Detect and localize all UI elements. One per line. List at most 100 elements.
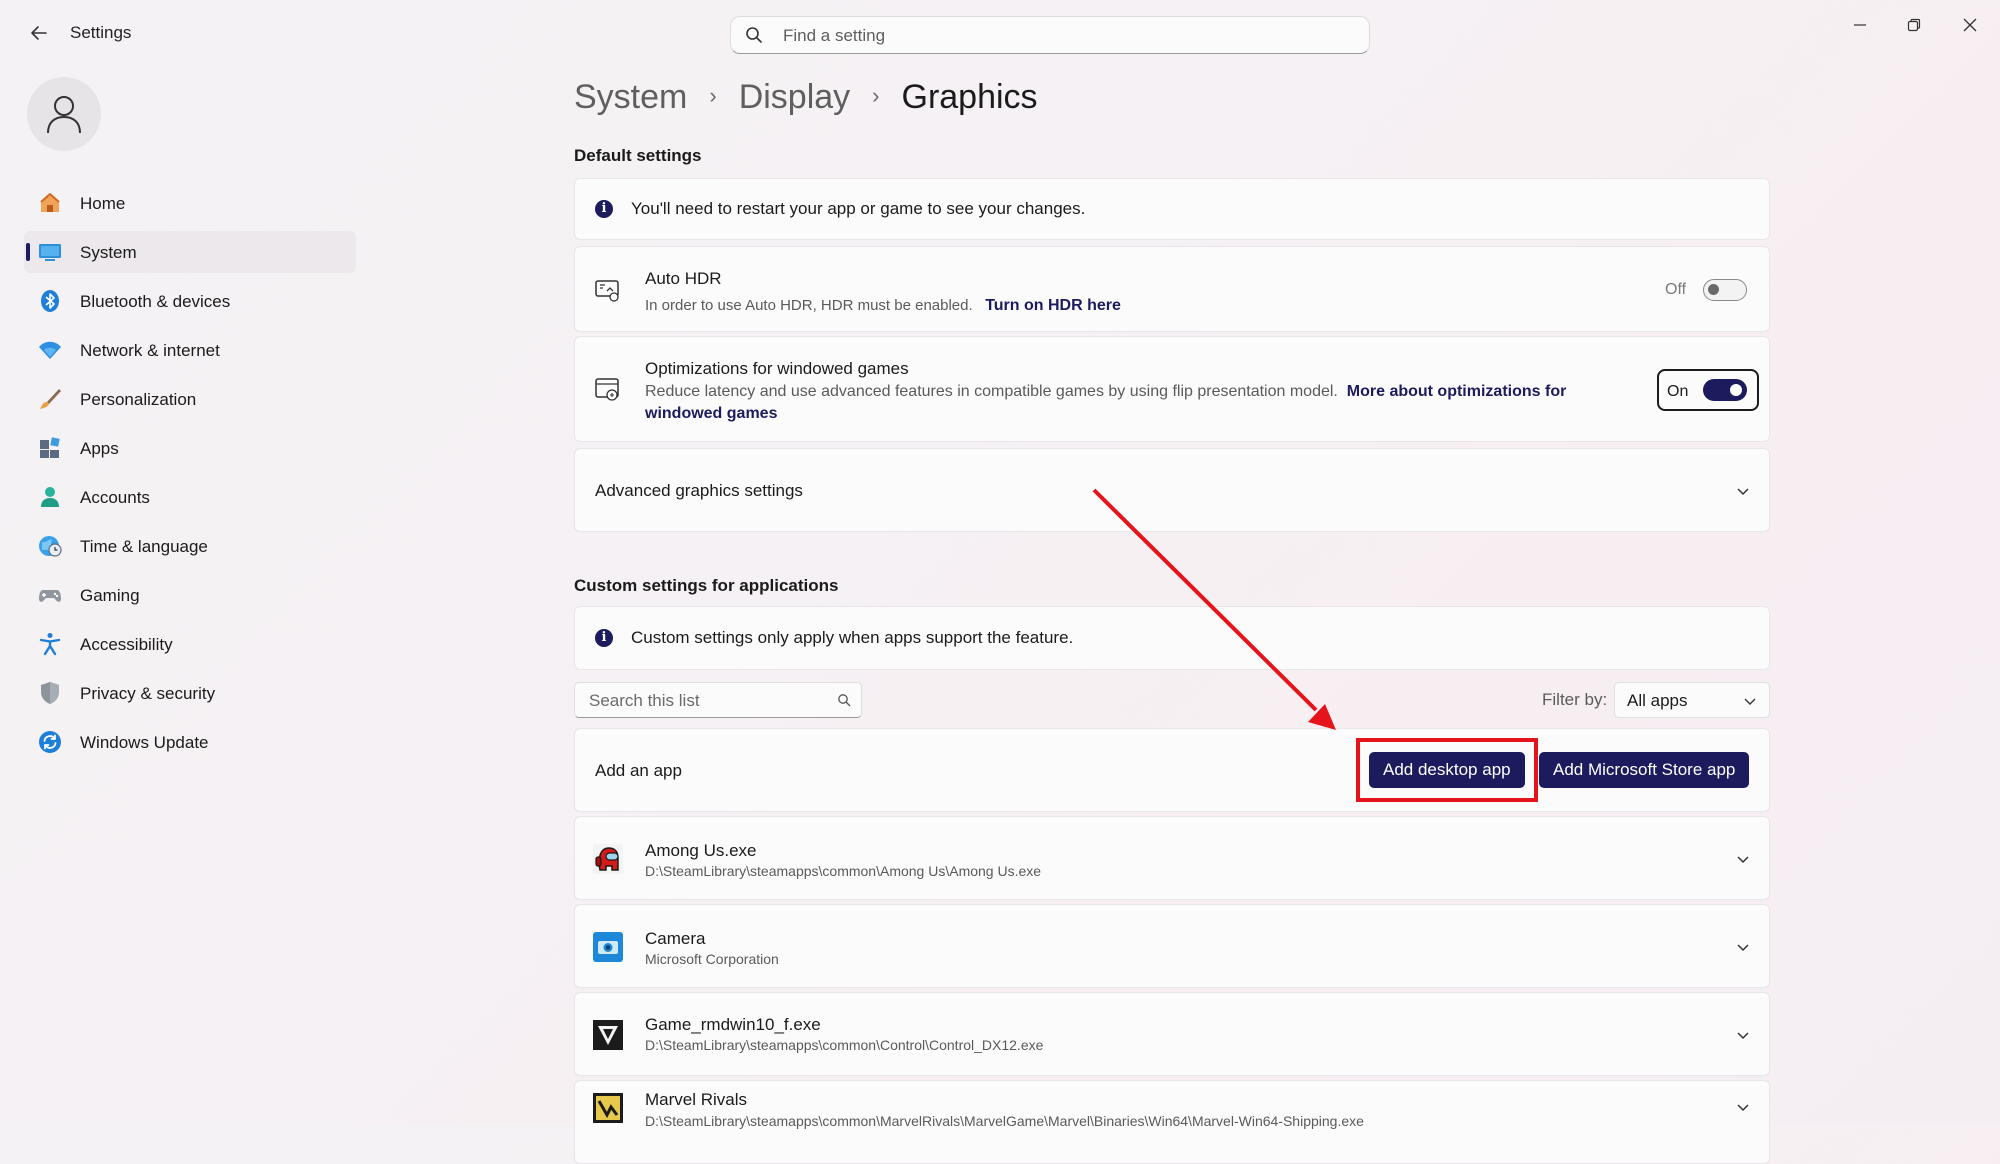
shield-icon: [41, 682, 59, 704]
sidebar-item-system[interactable]: System: [24, 231, 356, 273]
home-icon: [40, 193, 60, 212]
system-icon: [39, 244, 61, 261]
info-icon: i: [595, 629, 613, 647]
sidebar-item-windows-update[interactable]: Windows Update: [24, 721, 356, 763]
sidebar-item-apps[interactable]: Apps: [24, 427, 356, 469]
back-button[interactable]: [24, 18, 54, 48]
more-about-optimizations-link[interactable]: More about optimizations for: [1347, 383, 1567, 400]
main-content: System › Display › Graphics Default settings…: [574, 0, 1772, 1164]
sidebar-item-gaming[interactable]: Gaming: [24, 574, 356, 616]
chevron-down-icon[interactable]: [1735, 1027, 1751, 1043]
chevron-down-icon: [1744, 698, 1756, 705]
auto-hdr-title: Auto HDR: [645, 269, 722, 288]
auto-hdr-state-label: Off: [1665, 281, 1687, 298]
sidebar-item-label: Windows Update: [80, 733, 209, 752]
custom-settings-notice-card: i Custom settings only apply when apps s…: [574, 606, 1770, 670]
sidebar-item-label: Bluetooth & devices: [80, 292, 231, 311]
sidebar-item-home[interactable]: Home: [24, 182, 356, 224]
windowed-games-description: Reduce latency and use advanced features…: [645, 383, 1566, 401]
app-list-item-marvel-rivals[interactable]: Marvel Rivals D:\SteamLibrary\steamapps\…: [574, 1080, 1770, 1164]
user-avatar[interactable]: [27, 77, 101, 151]
sidebar-item-bluetooth[interactable]: Bluetooth & devices: [24, 280, 356, 322]
app-path: D:\SteamLibrary\steamapps\common\Control…: [645, 1037, 1044, 1053]
accessibility-icon: [39, 633, 61, 656]
hdr-monitor-icon: [595, 280, 619, 302]
app-list-item-camera[interactable]: Camera Microsoft Corporation: [574, 904, 1770, 988]
filter-dropdown-value: All apps: [1627, 691, 1688, 710]
windowed-games-title: Optimizations for windowed games: [645, 359, 909, 378]
app-title: Settings: [70, 23, 132, 42]
breadcrumb: System › Display › Graphics: [574, 78, 1038, 117]
marvel-rivals-icon: [593, 1093, 623, 1123]
globe-clock-icon: [39, 536, 62, 557]
sidebar-item-accounts[interactable]: Accounts: [24, 476, 356, 518]
sidebar-item-label: Accessibility: [80, 635, 173, 654]
windowed-games-description-text: Reduce latency and use advanced features…: [645, 383, 1338, 400]
breadcrumb-display[interactable]: Display: [739, 78, 850, 116]
filter-label: Filter by:: [1542, 690, 1608, 709]
sidebar-item-time-language[interactable]: Time & language: [24, 525, 356, 567]
toggle-knob: [1708, 284, 1719, 295]
annotation-arrow-head: [1308, 704, 1336, 730]
restore-button[interactable]: [1891, 10, 1937, 40]
restore-icon: [1907, 18, 1921, 32]
sidebar-item-accessibility[interactable]: Accessibility: [24, 623, 356, 665]
apps-icon: [40, 437, 60, 458]
app-name: Camera: [645, 929, 706, 948]
windowed-games-card: Optimizations for windowed games Reduce …: [574, 336, 1770, 442]
auto-hdr-description: In order to use Auto HDR, HDR must be en…: [645, 297, 1121, 315]
sidebar-item-label: System: [80, 243, 137, 262]
app-publisher: Microsoft Corporation: [645, 951, 779, 967]
turn-on-hdr-link[interactable]: Turn on HDR here: [985, 297, 1121, 314]
sidebar-item-personalization[interactable]: Personalization: [24, 378, 356, 420]
app-path: D:\SteamLibrary\steamapps\common\Among U…: [645, 863, 1042, 879]
app-name: Among Us.exe: [645, 841, 757, 860]
advanced-graphics-settings-title: Advanced graphics settings: [595, 481, 803, 500]
more-about-optimizations-link-continued[interactable]: windowed games: [645, 405, 777, 423]
chevron-down-icon[interactable]: [1735, 939, 1751, 955]
chevron-down-icon[interactable]: [1735, 1099, 1751, 1115]
breadcrumb-system[interactable]: System: [574, 78, 687, 116]
close-button[interactable]: [1947, 10, 1993, 40]
chevron-down-icon[interactable]: [1735, 483, 1751, 499]
brush-icon: [40, 389, 61, 409]
sidebar-item-label: Personalization: [80, 390, 197, 409]
search-icon: [838, 694, 851, 707]
advanced-graphics-settings-card[interactable]: Advanced graphics settings: [574, 448, 1770, 532]
custom-settings-notice-text: Custom settings only apply when apps sup…: [631, 628, 1074, 647]
person-icon: [47, 96, 81, 134]
windowed-games-toggle[interactable]: [1703, 379, 1747, 401]
sidebar-item-privacy-security[interactable]: Privacy & security: [24, 672, 356, 714]
sidebar-item-network[interactable]: Network & internet: [24, 329, 356, 371]
app-list-item-control[interactable]: Game_rmdwin10_f.exe D:\SteamLibrary\stea…: [574, 992, 1770, 1076]
add-desktop-app-button[interactable]: Add desktop app: [1369, 752, 1525, 788]
toggle-knob: [1730, 384, 1742, 396]
section-title-custom-settings: Custom settings for applications: [574, 576, 839, 595]
filter-dropdown[interactable]: All apps: [1614, 682, 1770, 718]
auto-hdr-toggle[interactable]: [1703, 279, 1747, 301]
sidebar-item-label: Apps: [80, 439, 119, 458]
restart-notice-text: You'll need to restart your app or game …: [631, 199, 1086, 218]
update-icon: [39, 731, 61, 753]
sidebar-item-label: Privacy & security: [80, 684, 216, 703]
search-list-box[interactable]: [574, 682, 862, 718]
app-name: Marvel Rivals: [645, 1090, 748, 1109]
gamepad-icon: [39, 590, 61, 602]
search-list-input[interactable]: [587, 689, 831, 713]
app-name: Game_rmdwin10_f.exe: [645, 1015, 821, 1034]
minimize-button[interactable]: [1837, 10, 1883, 40]
back-arrow-icon: [31, 26, 47, 40]
breadcrumb-chevron-icon: ›: [872, 83, 880, 108]
add-microsoft-store-app-button[interactable]: Add Microsoft Store app: [1539, 752, 1750, 788]
page-title: Graphics: [901, 78, 1038, 116]
sidebar-item-label: Accounts: [80, 488, 150, 507]
chevron-down-icon[interactable]: [1735, 851, 1751, 867]
app-path: D:\SteamLibrary\steamapps\common\MarvelR…: [645, 1113, 1364, 1129]
auto-hdr-description-text: In order to use Auto HDR, HDR must be en…: [645, 297, 973, 314]
camera-icon: [593, 932, 623, 962]
control-game-icon: [593, 1020, 623, 1050]
restart-notice-card: i You'll need to restart your app or gam…: [574, 178, 1770, 240]
app-list-item-among-us[interactable]: Among Us.exe D:\SteamLibrary\steamapps\c…: [574, 816, 1770, 900]
auto-hdr-card: Auto HDR In order to use Auto HDR, HDR m…: [574, 246, 1770, 332]
accounts-icon: [41, 487, 59, 507]
